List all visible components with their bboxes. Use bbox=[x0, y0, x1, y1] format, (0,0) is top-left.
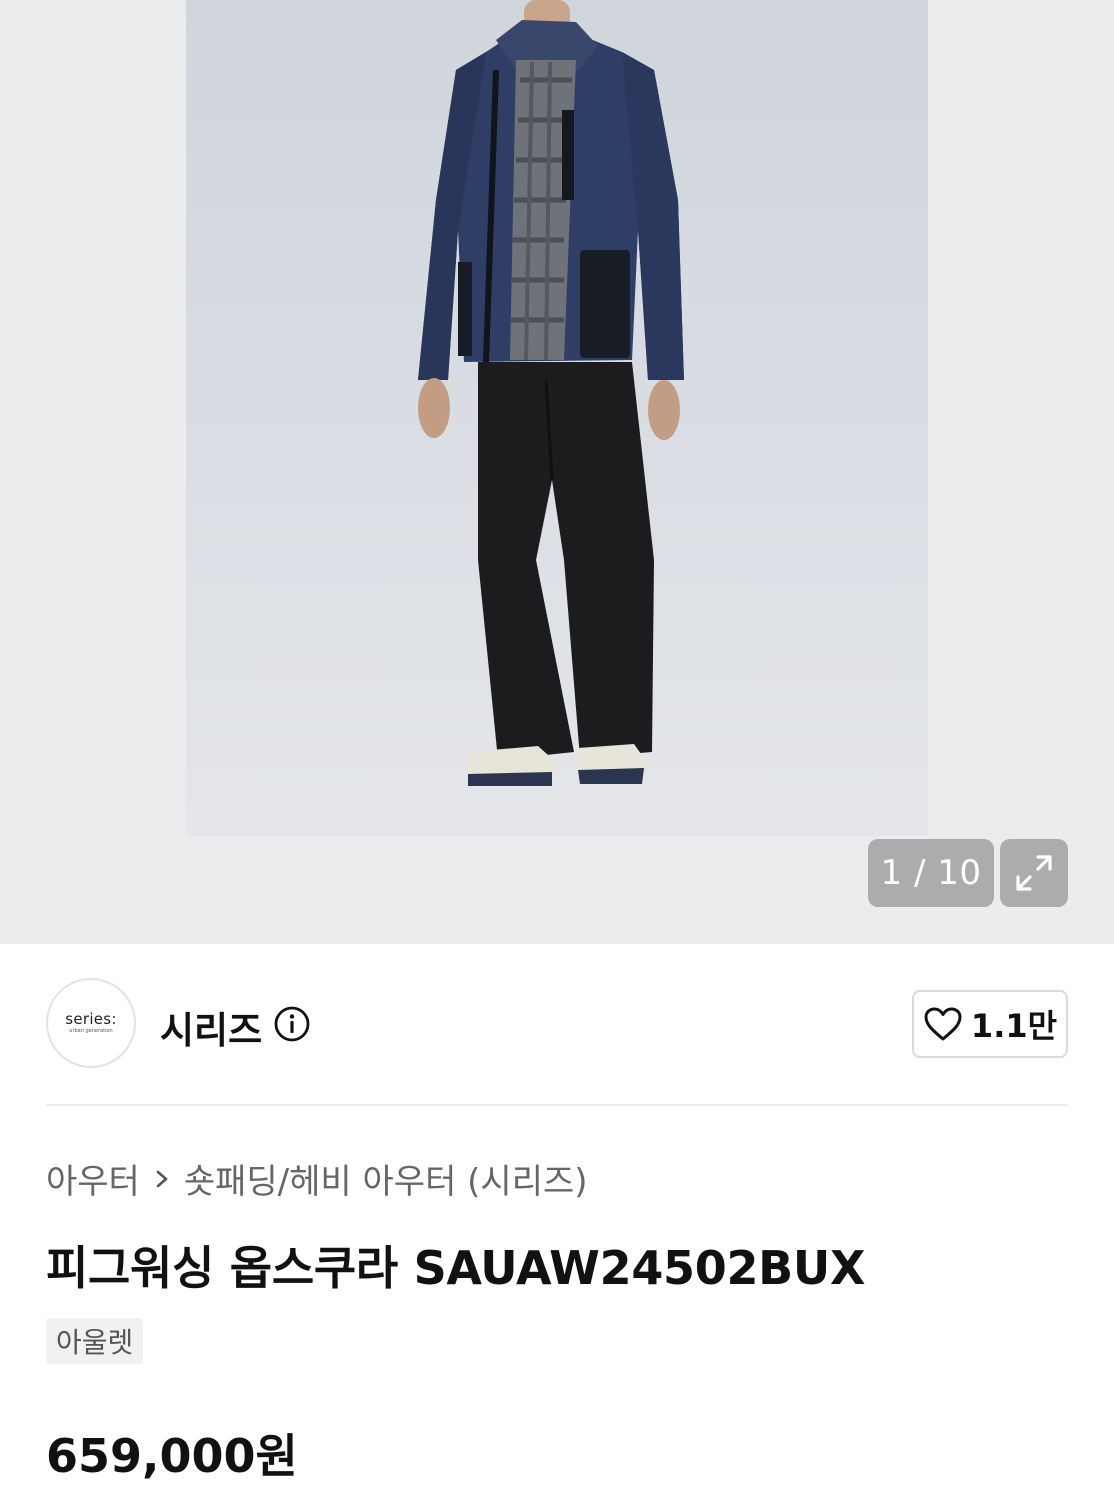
expand-arrows-icon bbox=[1016, 855, 1052, 891]
brand-logo-text: series: bbox=[65, 1010, 117, 1028]
brand-name-link[interactable]: 시리즈 bbox=[160, 1000, 262, 1054]
chevron-right-icon bbox=[140, 1162, 184, 1196]
product-title: 피그워싱 옵스쿠라 SAUAW24502BUX bbox=[46, 1241, 866, 1295]
like-button[interactable]: 1.1만 bbox=[912, 990, 1068, 1058]
image-counter-text: 1 / 10 bbox=[880, 853, 982, 893]
outlet-tag-label: 아울렛 bbox=[56, 1326, 134, 1359]
brand-logo-subtext: urban generation bbox=[69, 1028, 113, 1034]
image-counter: 1 / 10 bbox=[868, 839, 994, 907]
outlet-tag: 아울렛 bbox=[46, 1318, 144, 1364]
heart-outline-icon bbox=[924, 1007, 962, 1041]
info-circle-icon[interactable] bbox=[274, 1006, 310, 1042]
breadcrumb-item-outer[interactable]: 아우터 bbox=[46, 1154, 140, 1203]
product-photo[interactable] bbox=[186, 0, 928, 836]
category-breadcrumb: 아우터 숏패딩/헤비 아우터 (시리즈) bbox=[46, 1154, 588, 1203]
like-count: 1.1만 bbox=[970, 1007, 1058, 1045]
breadcrumb-item-subcategory[interactable]: 숏패딩/헤비 아우터 (시리즈) bbox=[184, 1154, 588, 1203]
expand-button[interactable] bbox=[1000, 839, 1068, 907]
brand-row: series: urban generation 시리즈 1.1만 bbox=[46, 978, 1068, 1070]
model-illustration bbox=[418, 0, 684, 786]
product-price: 659,000원 bbox=[46, 1429, 298, 1483]
section-divider bbox=[46, 1104, 1068, 1106]
product-image-gallery[interactable]: 1 / 10 bbox=[0, 0, 1114, 944]
brand-logo[interactable]: series: urban generation bbox=[46, 978, 136, 1068]
